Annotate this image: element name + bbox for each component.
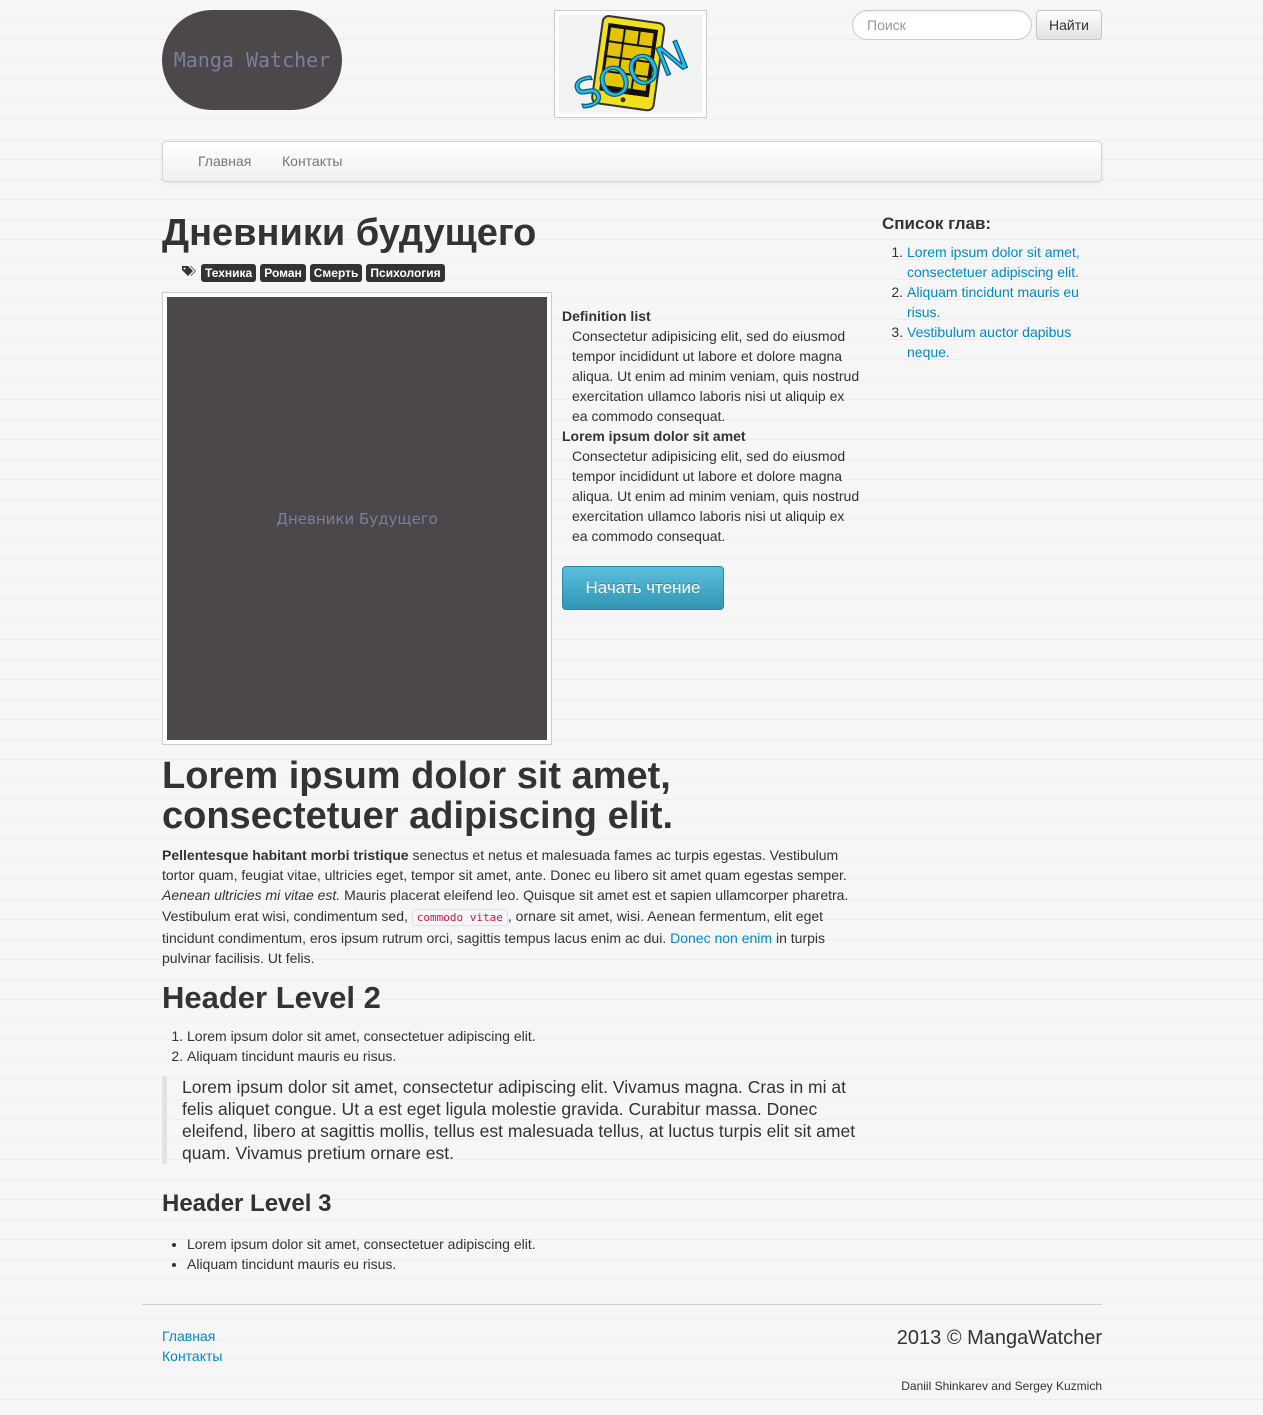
page-title: Дневники будущего — [162, 212, 537, 254]
definition-description: Consectetur adipisicing elit, sed do eiu… — [572, 328, 860, 424]
chapter-item: Lorem ipsum dolor sit amet, consectetuer… — [907, 242, 1102, 282]
list-item: Aliquam tincidunt mauris eu risus. — [187, 1254, 536, 1274]
search-button[interactable]: Найти — [1036, 10, 1102, 40]
site-logo[interactable]: Manga Watcher — [162, 10, 342, 110]
list-item: Aliquam tincidunt mauris eu risus. — [187, 1046, 536, 1066]
cover-image: Дневники Будущего — [167, 297, 547, 740]
inline-code: commodo vitae — [411, 908, 508, 926]
tags-icon — [182, 265, 196, 281]
chapter-link[interactable]: Lorem ipsum dolor sit amet, consectetuer… — [907, 244, 1080, 280]
chapter-list: Lorem ipsum dolor sit amet, consectetuer… — [882, 242, 1102, 362]
footer-nav: Главная Контакты — [162, 1326, 222, 1366]
nav-item-home[interactable]: Главная — [198, 153, 251, 169]
paragraph-link[interactable]: Donec non enim — [670, 930, 772, 946]
list-item: Lorem ipsum dolor sit amet, consectetuer… — [187, 1234, 536, 1254]
definition-description: Consectetur adipisicing elit, sed do eiu… — [572, 448, 860, 544]
start-reading-button[interactable]: Начать чтение — [562, 566, 724, 610]
tag-badge[interactable]: Смерть — [309, 264, 363, 282]
list-item: Lorem ipsum dolor sit amet, consectetuer… — [187, 1026, 536, 1046]
footer-link-home[interactable]: Главная — [162, 1326, 222, 1346]
header-level-3: Header Level 3 — [162, 1190, 332, 1217]
unordered-list: Lorem ipsum dolor sit amet, consectetuer… — [162, 1234, 536, 1274]
nav-item-contacts[interactable]: Контакты — [282, 153, 342, 169]
content-paragraph: Pellentesque habitant morbi tristique se… — [162, 845, 862, 968]
definition-term: Lorem ipsum dolor sit amet — [562, 428, 746, 444]
tag-badge[interactable]: Роман — [260, 264, 306, 282]
search-input[interactable] — [852, 10, 1032, 40]
paragraph-strong: Pellentesque habitant morbi tristique — [162, 847, 409, 863]
copyright: 2013 © MangaWatcher — [896, 1327, 1102, 1349]
soon-phone-image: SOON — [559, 15, 702, 113]
tag-list: Техника Роман Смерть Психология — [182, 264, 449, 282]
cover-thumbnail: Дневники Будущего — [162, 292, 552, 745]
chapter-link[interactable]: Vestibulum auctor dapibus neque. — [907, 324, 1071, 360]
chapter-item: Aliquam tincidunt mauris eu risus. — [907, 282, 1102, 322]
cover-text: Дневники Будущего — [276, 509, 438, 528]
definition-term: Definition list — [562, 308, 651, 324]
tag-badge[interactable]: Техника — [201, 264, 257, 282]
header-level-2: Header Level 2 — [162, 980, 381, 1015]
tag-badge[interactable]: Психология — [366, 264, 445, 282]
ordered-list: Lorem ipsum dolor sit amet, consectetuer… — [162, 1026, 536, 1066]
blockquote: Lorem ipsum dolor sit amet, consectetur … — [162, 1076, 862, 1164]
ad-banner[interactable]: SOON — [554, 10, 707, 118]
credits: Daniil Shinkarev and Sergey Kuzmich — [901, 1379, 1102, 1393]
chapter-list-title: Список глав: — [882, 214, 992, 233]
chapter-item: Vestibulum auctor dapibus neque. — [907, 322, 1102, 362]
site-logo-text: Manga Watcher — [173, 48, 331, 72]
navbar: Главная Контакты — [162, 141, 1102, 182]
footer-link-contacts[interactable]: Контакты — [162, 1346, 222, 1366]
content-heading: Lorem ipsum dolor sit amet, consectetuer… — [162, 755, 674, 837]
footer-divider — [142, 1304, 1102, 1305]
paragraph-emphasis: Aenean ultricies mi vitae est. — [162, 887, 341, 904]
chapter-link[interactable]: Aliquam tincidunt mauris eu risus. — [907, 284, 1079, 320]
description-list: Definition list Consectetur adipisicing … — [562, 306, 862, 546]
